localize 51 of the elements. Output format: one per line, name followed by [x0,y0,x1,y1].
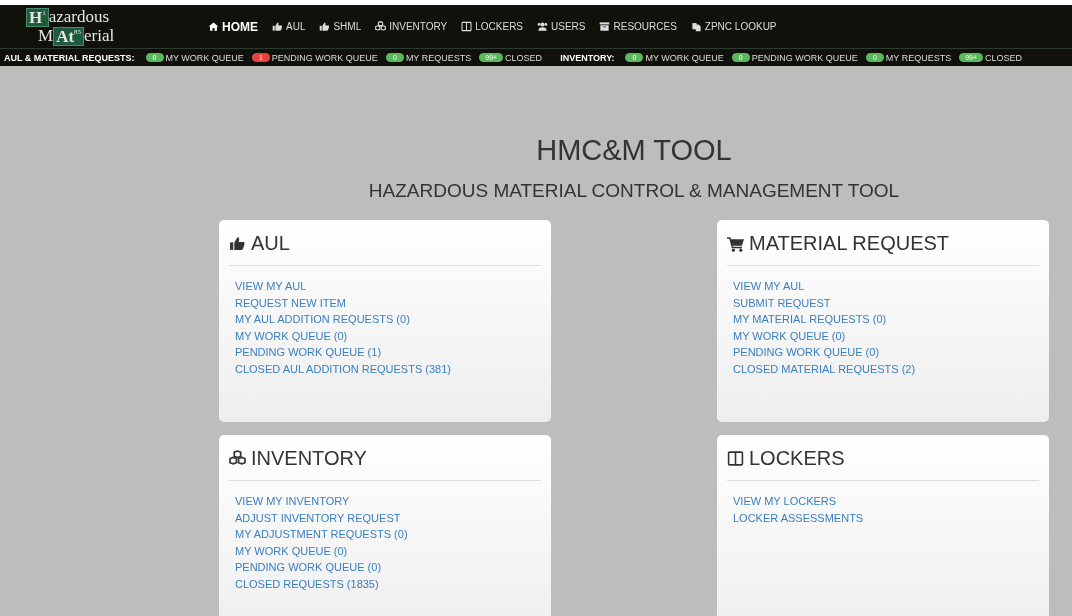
card-link[interactable]: REQUEST NEW ITEM [235,294,347,311]
card-link[interactable]: ADJUST INVENTORY REQUEST [235,509,401,526]
logo-text: erial [84,26,115,44]
card-link[interactable]: LOCKER ASSESSMENTS [733,509,864,526]
card-link[interactable]: MY AUL ADDITION REQUESTS (0) [235,311,410,328]
page-title: HMC&M TOOL [535,134,733,167]
nav-link[interactable]: LOCKERS [461,19,524,34]
card-link[interactable]: VIEW MY AUL [235,278,307,295]
nav-link[interactable]: RESOURCES [599,19,677,34]
logo-text: M [38,26,54,44]
card-title: INVENTORY [251,447,367,470]
card-link[interactable]: MY WORK QUEUE (0) [733,327,846,344]
card-title: LOCKERS [749,447,845,470]
card-link[interactable]: MY WORK QUEUE (0) [235,327,348,344]
cart-icon [727,235,744,252]
card-link[interactable]: PENDING WORK QUEUE (0) [733,344,880,361]
thumbs-up-icon [229,235,246,252]
cubes-icon [229,450,246,467]
home-icon [208,21,219,32]
nav-link[interactable]: USERS [537,19,586,34]
documents-icon [690,21,702,32]
page-subtitle: HAZARDOUS MATERIAL CONTROL & MANAGEMENT TOOL [367,180,901,202]
nav-link[interactable]: HOME [208,19,258,34]
nav-link[interactable]: ZPNC LOOKUP [690,19,777,34]
card-link[interactable]: CLOSED REQUESTS (1835) [235,575,379,592]
card-link[interactable]: SUBMIT REQUEST [733,294,831,311]
users-icon [537,21,549,32]
card-link[interactable]: MY ADJUSTMENT REQUESTS (0) [235,526,408,543]
card-title: AUL [251,232,290,255]
card-link[interactable]: VIEW MY INVENTORY [235,493,350,510]
card-link[interactable]: CLOSED AUL ADDITION REQUESTS (381) [235,360,451,377]
card-link[interactable]: CLOSED MATERIAL REQUESTS (2) [733,360,916,377]
card-link[interactable]: VIEW MY AUL [733,278,805,295]
card-link[interactable]: VIEW MY LOCKERS [733,493,837,510]
card-link[interactable]: MY MATERIAL REQUESTS (0) [733,311,887,328]
status-label: AUL & MATERIAL REQUESTS: [4,52,135,63]
archive-box-icon [599,21,611,32]
card-link[interactable]: MY WORK QUEUE (0) [235,542,348,559]
card-title: MATERIAL REQUEST [749,232,950,255]
card-link[interactable]: PENDING WORK QUEUE (0) [235,559,382,576]
nav-link[interactable]: INVENTORY [375,19,448,34]
nav-link[interactable]: SHML [319,19,362,34]
status-label: INVENTORY: [560,52,615,63]
cubes-icon [375,21,387,32]
thumbs-up-icon [272,21,283,32]
thumbs-up-icon [319,21,331,32]
logo-text: azardous [48,7,110,25]
card-link[interactable]: PENDING WORK QUEUE (1) [235,344,382,361]
columns-icon [727,450,744,467]
columns-icon [461,21,473,32]
nav-link[interactable]: AUL [272,19,306,34]
